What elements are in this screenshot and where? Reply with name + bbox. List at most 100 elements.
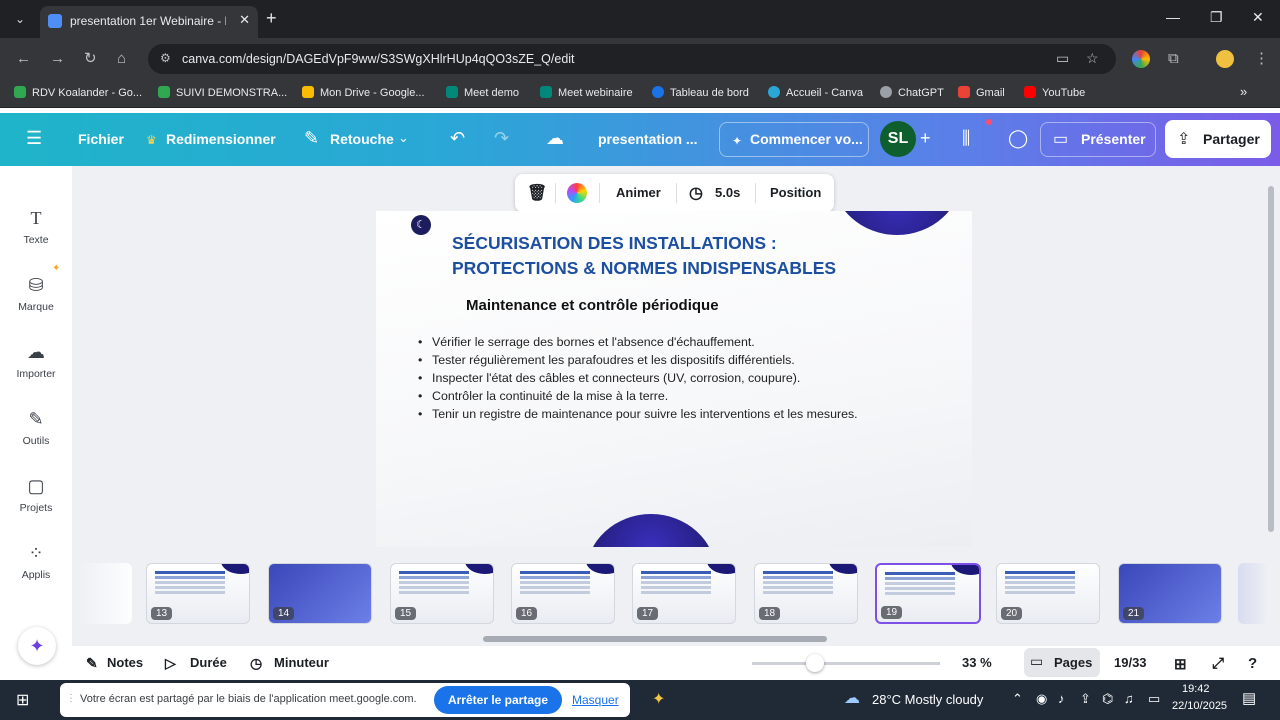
new-tab-icon[interactable]: +	[266, 8, 277, 28]
window-close-icon[interactable]: ✕	[1252, 9, 1264, 26]
install-app-icon[interactable]: ▭	[1056, 50, 1069, 67]
tray-chevron-icon[interactable]: ⌃	[1012, 691, 1023, 707]
more-bookmarks-icon[interactable]: »	[1240, 84, 1247, 100]
bookmark-item[interactable]: Meet webinaire	[540, 86, 633, 102]
zoom-value[interactable]: 33 %	[962, 655, 992, 670]
bookmark-item[interactable]: Gmail	[958, 86, 1005, 102]
sidebar-item-outils[interactable]: ✎ Outils	[0, 409, 72, 447]
bookmark-item[interactable]: ChatGPT	[880, 86, 944, 102]
animate-button[interactable]: Animer	[616, 185, 661, 200]
edit-menu[interactable]: Retouche	[330, 131, 394, 147]
start-button[interactable]: ✦ Commencer vo...	[719, 122, 869, 157]
network-icon[interactable]: ⌬	[1102, 691, 1113, 707]
bookmark-star-icon[interactable]: ☆	[1086, 50, 1099, 67]
timer-button[interactable]: Minuteur	[274, 655, 329, 670]
grid-view-icon[interactable]: ⊞	[1174, 655, 1187, 673]
add-collaborator-icon[interactable]: +	[920, 127, 931, 149]
pages-button[interactable]: ▭ Pages	[1024, 648, 1100, 677]
bookmark-item[interactable]: Accueil - Canva	[768, 86, 863, 102]
page-thumbnail[interactable]: 20	[996, 563, 1100, 624]
address-field[interactable]: ⚙ canva.com/design/DAGEdVpF9ww/S3SWgXHlr…	[148, 44, 1116, 74]
share-tray-icon[interactable]: ⇪	[1080, 691, 1091, 707]
hide-banner-link[interactable]: Masquer	[572, 693, 619, 707]
vertical-scrollbar[interactable]	[1268, 186, 1274, 532]
document-title[interactable]: presentation ...	[598, 131, 698, 147]
duration-button[interactable]: 5.0s	[715, 185, 740, 200]
page-thumbnail[interactable]: 18	[754, 563, 858, 624]
weather-text[interactable]: 28°C Mostly cloudy	[872, 692, 983, 707]
duration-footer-button[interactable]: Durée	[190, 655, 227, 670]
restore-icon[interactable]: ❐	[1210, 9, 1223, 26]
hamburger-menu-icon[interactable]: ☰	[26, 127, 42, 149]
page-thumbnail[interactable]: 21	[1118, 563, 1222, 624]
zoom-slider[interactable]	[752, 662, 940, 665]
microphone-icon[interactable]: ♪	[1058, 691, 1065, 706]
forward-icon[interactable]: →	[50, 50, 65, 68]
bookmark-item[interactable]: YouTube	[1024, 86, 1085, 102]
site-info-icon[interactable]: ⚙	[160, 51, 171, 65]
tab-search-icon[interactable]: ⌄	[8, 8, 32, 30]
home-icon[interactable]: ⌂	[117, 50, 126, 68]
drag-handle-icon[interactable]: ⋮	[66, 693, 76, 704]
notification-center-icon[interactable]: ▤	[1242, 689, 1256, 707]
clock-time[interactable]: 19:42	[1182, 683, 1210, 695]
pinned-app-icon[interactable]: ✦	[652, 689, 665, 709]
user-avatar[interactable]: SL	[880, 121, 916, 157]
page-strip-scrollbar[interactable]	[483, 636, 827, 642]
chevron-down-icon[interactable]: ⌄	[398, 127, 409, 149]
file-menu[interactable]: Fichier	[78, 131, 124, 147]
slide-canvas[interactable]: ☾ SÉCURISATION DES INSTALLATIONS : PROTE…	[376, 211, 972, 547]
page-thumbnail[interactable]: 17	[632, 563, 736, 624]
page-thumbnail[interactable]: 14	[268, 563, 372, 624]
clock-date[interactable]: 22/10/2025	[1172, 700, 1227, 712]
bookmark-item[interactable]: Meet demo	[446, 86, 519, 102]
page-thumbnail-active[interactable]: 19	[875, 563, 981, 624]
page-thumbnail[interactable]: 13	[146, 563, 250, 624]
help-icon[interactable]: ?	[1248, 655, 1257, 672]
windows-start-icon[interactable]: ⊞	[16, 690, 29, 710]
slide-title[interactable]: SÉCURISATION DES INSTALLATIONS : PROTECT…	[452, 231, 912, 281]
page-thumbnail-partial[interactable]	[78, 563, 132, 624]
page-thumbnail-partial[interactable]	[1238, 563, 1268, 624]
extension-icon[interactable]	[1132, 50, 1150, 68]
page-thumbnail[interactable]: 15	[390, 563, 494, 624]
browser-menu-icon[interactable]: ⋮	[1254, 50, 1269, 68]
bookmark-item[interactable]: RDV Koalander - Go...	[14, 86, 142, 102]
cloud-saved-icon[interactable]: ☁	[546, 127, 564, 149]
sidebar-item-marque[interactable]: ⛁ Marque ✦	[0, 263, 72, 313]
reload-icon[interactable]: ↻	[84, 50, 97, 68]
sidebar-item-projets[interactable]: ▢ Projets	[0, 476, 72, 514]
redo-icon[interactable]: ↷	[494, 127, 509, 149]
bookmark-item[interactable]: Mon Drive - Google...	[302, 86, 425, 102]
sidebar-item-importer[interactable]: ☁ Importer	[0, 342, 72, 380]
notes-button[interactable]: Notes	[107, 655, 143, 670]
zoom-slider-handle[interactable]	[806, 654, 824, 672]
stop-sharing-button[interactable]: Arrêter le partage	[434, 686, 562, 714]
share-button[interactable]: ⇪ Partager	[1165, 120, 1271, 158]
sidebar-item-applis[interactable]: ⁘ Applis	[0, 543, 72, 581]
bookmark-item[interactable]: Tableau de bord	[652, 86, 749, 102]
page-thumbnail[interactable]: 16	[511, 563, 615, 624]
minimize-icon[interactable]: —	[1166, 9, 1180, 25]
tab-close-icon[interactable]: ✕	[239, 12, 250, 28]
slide-subtitle[interactable]: Maintenance et contrôle périodique	[466, 297, 719, 314]
back-icon[interactable]: ←	[16, 50, 31, 68]
color-wheel-icon[interactable]	[567, 183, 587, 203]
comment-icon[interactable]: ◯	[1008, 127, 1028, 149]
resize-button[interactable]: Redimensionner	[166, 131, 276, 147]
bookmark-item[interactable]: SUIVI DEMONSTRA...	[158, 86, 287, 102]
profile-avatar-icon[interactable]	[1216, 50, 1234, 68]
volume-icon[interactable]: ♫	[1124, 691, 1134, 706]
analytics-icon[interactable]: ⫼	[962, 127, 970, 149]
camera-icon[interactable]: ◉	[1036, 691, 1047, 707]
position-button[interactable]: Position	[770, 185, 821, 200]
fullscreen-icon[interactable]: ⤢	[1212, 655, 1224, 672]
present-button[interactable]: ▭ Présenter	[1040, 122, 1156, 157]
weather-icon[interactable]: ☁	[844, 688, 860, 708]
sidebar-item-texte[interactable]: T Texte	[0, 208, 72, 246]
undo-icon[interactable]: ↶	[450, 127, 465, 149]
browser-tab[interactable]: presentation 1er Webinaire - P ✕	[40, 6, 258, 38]
extensions-puzzle-icon[interactable]: ⧉	[1168, 50, 1179, 68]
slide-bullet-list[interactable]: Vérifier le serrage des bornes et l'abse…	[418, 333, 914, 423]
battery-icon[interactable]: ▭	[1148, 691, 1160, 707]
